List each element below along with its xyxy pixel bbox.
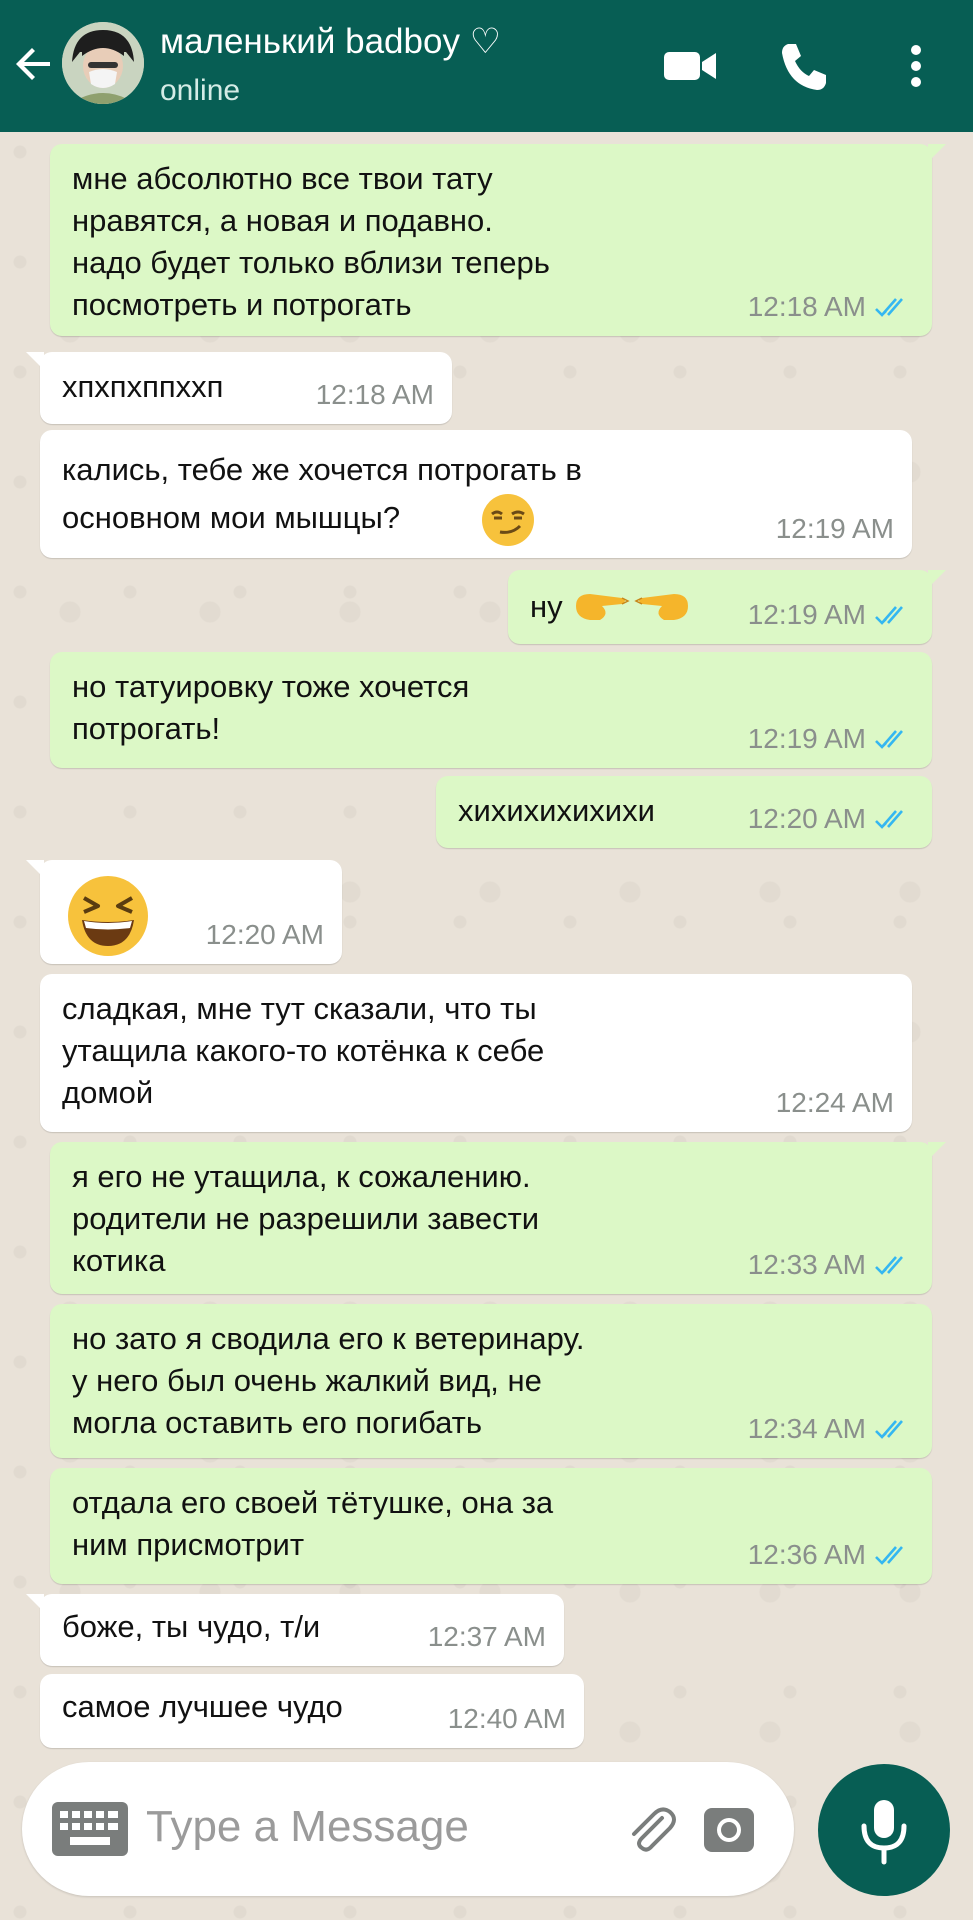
message-time: 12:20 AM <box>747 803 866 834</box>
message-meta: 12:33 AM <box>748 1244 914 1286</box>
read-ticks-icon <box>875 1256 903 1275</box>
message-time: 12:33 AM <box>747 1249 866 1280</box>
message-meta: 12:37 AM <box>428 1616 546 1658</box>
message-time: 12:19 AM <box>747 599 866 630</box>
message-meta: 12:20 AM <box>748 798 914 840</box>
avatar[interactable] <box>62 22 144 104</box>
message-text: я его не утащила, к сожалению. родители … <box>72 1159 540 1278</box>
back-arrow-icon[interactable] <box>10 40 58 88</box>
message-meta: 12:18 AM <box>316 374 434 416</box>
message-time: 12:36 AM <box>747 1539 866 1570</box>
message-meta: 12:20 AM <box>206 914 324 956</box>
message-text: самое лучшее чудо <box>62 1689 343 1724</box>
message-meta: 12:19 AM <box>748 594 914 636</box>
message-incoming[interactable]: боже, ты чудо, т/и 12:37 AM <box>26 1594 564 1666</box>
pointing-fingers-emoji <box>576 594 688 620</box>
message-outgoing[interactable]: мне абсолютно все твои тату нравятся, а … <box>50 144 946 336</box>
contact-status: online <box>160 74 241 107</box>
message-outgoing[interactable]: ну 12:19 AM <box>508 570 946 644</box>
message-time: 12:37 AM <box>427 1621 546 1652</box>
message-incoming[interactable]: кались, тебе же хочется потрогать в осно… <box>40 430 912 558</box>
read-ticks-icon <box>875 298 903 317</box>
message-text: отдала его своей тётушке, она за ним при… <box>72 1485 554 1562</box>
read-ticks-icon <box>875 1420 903 1439</box>
more-options-icon[interactable] <box>888 36 944 96</box>
laughing-emoji <box>68 876 148 956</box>
camera-icon[interactable] <box>702 1802 756 1856</box>
message-text: но зато я сводила его к ветеринару. у не… <box>72 1321 585 1440</box>
message-outgoing[interactable]: хихихихихихи 12:20 AM <box>436 776 932 848</box>
message-meta: 12:34 AM <box>748 1408 914 1450</box>
message-outgoing[interactable]: отдала его своей тётушке, она за ним при… <box>50 1468 932 1584</box>
message-text: боже, ты чудо, т/и <box>62 1609 321 1644</box>
message-incoming[interactable]: хпхпхппххп 12:18 AM <box>26 352 452 424</box>
message-meta: 12:18 AM <box>748 286 914 328</box>
message-incoming[interactable]: сладкая, мне тут сказали, что ты утащила… <box>40 974 912 1132</box>
message-time: 12:19 AM <box>775 513 894 544</box>
message-time: 12:34 AM <box>747 1413 866 1444</box>
message-text: хихихихихихи <box>458 793 655 828</box>
message-text: но татуировку тоже хочется потрогать! <box>72 669 470 746</box>
read-ticks-icon <box>875 1546 903 1565</box>
message-text: ну <box>530 589 563 624</box>
read-ticks-icon <box>875 606 903 625</box>
chat-header: маленький badboy ♡ online <box>0 0 973 132</box>
message-meta: 12:19 AM <box>776 508 894 550</box>
message-time: 12:18 AM <box>747 291 866 322</box>
message-outgoing[interactable]: я его не утащила, к сожалению. родители … <box>50 1142 946 1294</box>
message-time: 12:20 AM <box>205 919 324 950</box>
message-text: сладкая, мне тут сказали, что ты утащила… <box>62 991 545 1110</box>
message-meta: 12:36 AM <box>748 1534 914 1576</box>
video-call-icon[interactable] <box>660 36 720 96</box>
message-time: 12:24 AM <box>775 1087 894 1118</box>
message-incoming[interactable]: 12:20 AM <box>26 860 342 964</box>
contact-name[interactable]: маленький badboy ♡ <box>160 22 501 62</box>
attach-icon[interactable] <box>622 1800 680 1858</box>
smirk-emoji <box>482 494 534 546</box>
message-outgoing[interactable]: но татуировку тоже хочется потрогать! 12… <box>50 652 932 768</box>
message-outgoing[interactable]: но зато я сводила его к ветеринару. у не… <box>50 1304 932 1458</box>
mic-button[interactable] <box>818 1764 950 1896</box>
message-composer: Type a Message <box>22 1762 794 1896</box>
message-meta: 12:40 AM <box>448 1698 566 1740</box>
read-ticks-icon <box>875 730 903 749</box>
read-ticks-icon <box>875 810 903 829</box>
message-time: 12:40 AM <box>447 1703 566 1734</box>
keyboard-icon[interactable] <box>52 1802 128 1856</box>
mic-icon <box>861 1800 907 1865</box>
message-input[interactable]: Type a Message <box>146 1802 469 1852</box>
message-text: мне абсолютно все твои тату нравятся, а … <box>72 161 550 322</box>
message-text: хпхпхппххп <box>62 369 224 404</box>
message-time: 12:19 AM <box>747 723 866 754</box>
message-meta: 12:24 AM <box>776 1082 894 1124</box>
message-incoming[interactable]: самое лучшее чудо 12:40 AM <box>40 1674 584 1748</box>
message-time: 12:18 AM <box>315 379 434 410</box>
message-meta: 12:19 AM <box>748 718 914 760</box>
phone-icon[interactable] <box>774 36 834 96</box>
